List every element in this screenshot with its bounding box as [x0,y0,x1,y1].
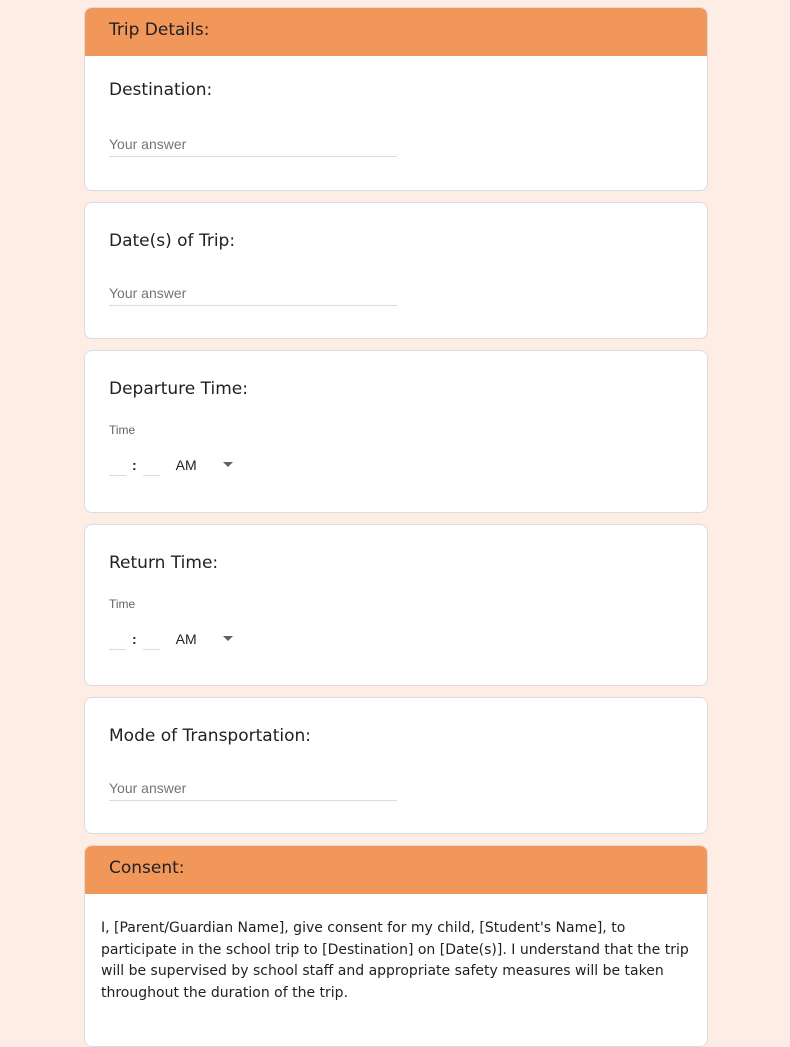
dropdown-caret-icon[interactable] [222,462,233,467]
question-label: Departure Time: [109,379,248,399]
consent-text: I, [Parent/Guardian Name], give consent … [101,920,689,1001]
question-label: Date(s) of Trip: [109,231,236,251]
time-colon: : [132,630,137,647]
dates-input[interactable]: Your answer [109,285,397,306]
dropdown-caret-icon[interactable] [222,636,233,641]
time-colon: : [132,456,137,473]
ampm-select[interactable]: AM [176,631,197,647]
question-label: Return Time: [109,553,219,573]
section-header: Trip Details: [85,8,707,56]
hour-input[interactable] [109,453,126,476]
departure-time-card: Departure Time: Time : AM [84,350,708,513]
minute-input[interactable] [142,453,160,476]
consent-card: Consent: I, [Parent/Guardian Name], give… [84,845,708,1047]
destination-input[interactable]: Your answer [109,136,397,157]
return-time-card: Return Time: Time : AM [84,524,708,686]
trip-details-card: Trip Details: Destination: Your answer [84,7,708,191]
time-label: Time [109,597,136,611]
ampm-select[interactable]: AM [176,457,197,473]
question-label: Mode of Transportation: [109,726,311,746]
transport-input[interactable]: Your answer [109,780,397,801]
time-label: Time [109,423,136,437]
question-label: Destination: [109,80,213,100]
dates-card: Date(s) of Trip: Your answer [84,202,708,339]
section-header: Consent: [85,846,707,894]
transport-card: Mode of Transportation: Your answer [84,697,708,834]
minute-input[interactable] [142,627,160,650]
hour-input[interactable] [109,627,126,650]
